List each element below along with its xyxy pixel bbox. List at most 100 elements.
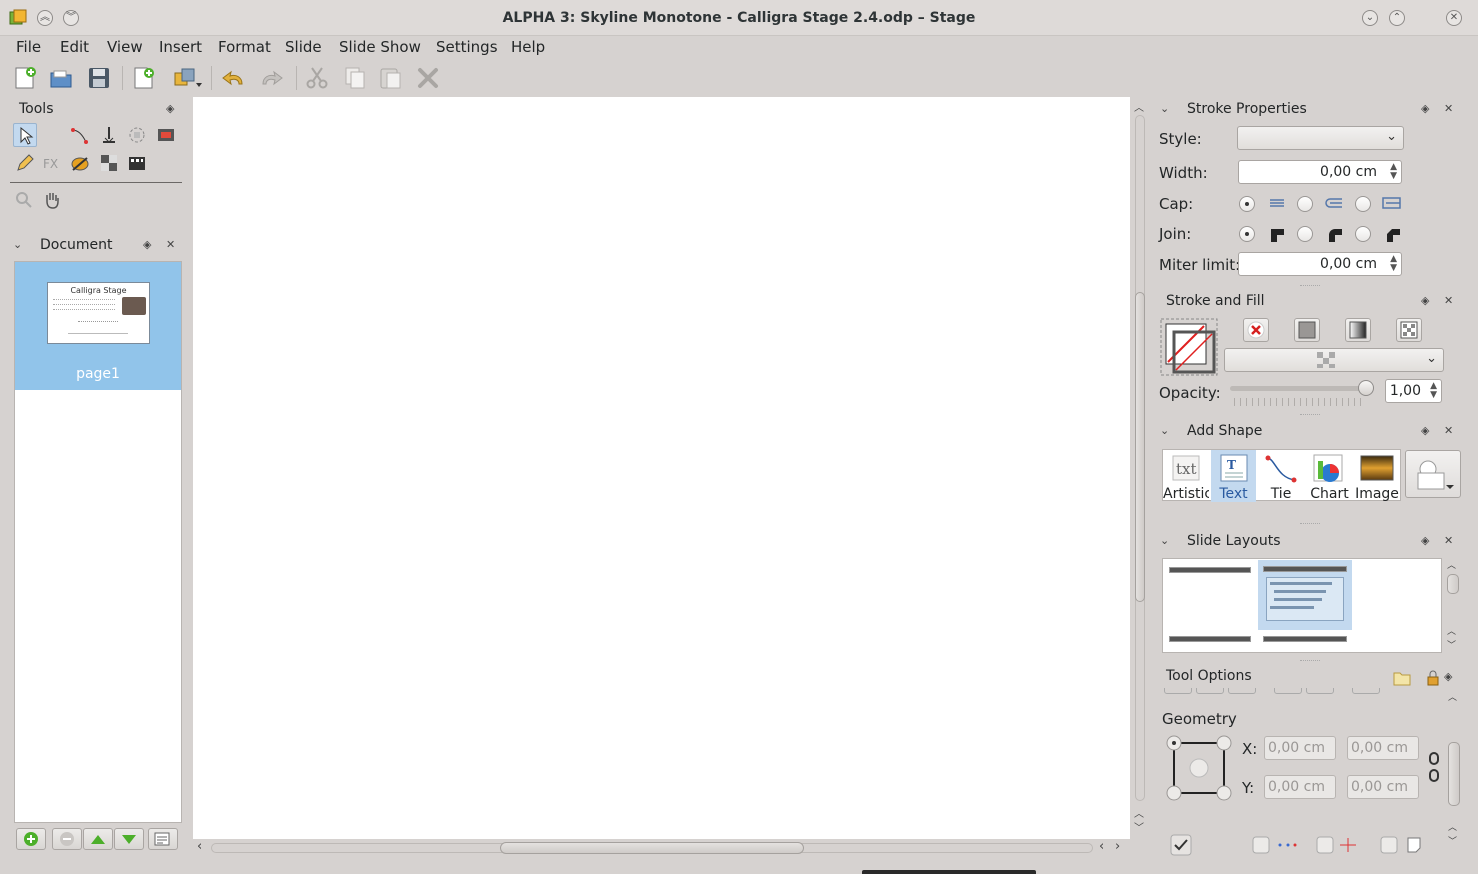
- calligraphy-tool-icon[interactable]: [98, 124, 122, 148]
- add-page-button[interactable]: [16, 828, 46, 850]
- style-select[interactable]: ⌄: [1237, 126, 1404, 150]
- remove-page-button[interactable]: [52, 828, 82, 850]
- delete-icon[interactable]: [415, 65, 441, 91]
- shape-text[interactable]: T Text: [1211, 450, 1256, 502]
- close-panel-icon[interactable]: ✕: [1444, 294, 1453, 307]
- collapse-icon[interactable]: ⌄: [1160, 424, 1169, 437]
- x-input[interactable]: 0,00 cm: [1264, 736, 1336, 760]
- cap-square-radio[interactable]: [1355, 196, 1371, 212]
- menu-insert[interactable]: Insert: [159, 38, 202, 56]
- close-panel-icon[interactable]: ✕: [1444, 102, 1453, 115]
- shape-chart[interactable]: Chart: [1306, 450, 1353, 502]
- tool-options-scrollbar[interactable]: ︿ ︿ ﹀: [1446, 690, 1462, 850]
- menu-view[interactable]: View: [107, 38, 143, 56]
- move-page-up-button[interactable]: [83, 828, 113, 850]
- float-icon[interactable]: ◈: [143, 238, 151, 251]
- join-miter-radio[interactable]: [1239, 226, 1255, 242]
- transform-tool-icon[interactable]: [126, 124, 150, 148]
- slide-show-tool-icon[interactable]: [155, 124, 179, 148]
- stroke-fill-preview[interactable]: [1160, 318, 1218, 376]
- move-page-down-button[interactable]: [114, 828, 144, 850]
- arrange-icon[interactable]: [172, 65, 202, 91]
- solid-fill-button[interactable]: [1294, 318, 1320, 342]
- pattern-fill-button[interactable]: [1396, 318, 1422, 342]
- close-panel-icon[interactable]: ✕: [1444, 534, 1453, 547]
- close-button[interactable]: ✕: [1446, 10, 1462, 26]
- menu-settings[interactable]: Settings: [436, 38, 498, 56]
- menu-slide-show[interactable]: Slide Show: [339, 38, 421, 56]
- float-icon[interactable]: ◈: [1421, 424, 1429, 437]
- pencil-tool-icon[interactable]: [13, 152, 37, 176]
- scroll-up-icon[interactable]: ︿: [1134, 805, 1144, 820]
- width-geometry-input[interactable]: 0,00 cm: [1347, 736, 1419, 760]
- view-mode-button[interactable]: [148, 828, 178, 850]
- scroll-left-icon[interactable]: ‹: [197, 839, 202, 854]
- float-icon[interactable]: ◈: [1421, 534, 1429, 547]
- vertical-scrollbar[interactable]: ︿ ︿ ﹀: [1132, 97, 1148, 837]
- pattern-tool-icon[interactable]: [98, 152, 122, 176]
- scroll-down-icon[interactable]: ﹀: [1134, 819, 1144, 834]
- shape-collection[interactable]: txt Artistic T Text Tie Chart Image: [1162, 449, 1401, 502]
- spin-arrows-icon[interactable]: ▲ ▼: [1390, 163, 1397, 181]
- snap-option-icon[interactable]: [1252, 836, 1302, 858]
- shape-image[interactable]: Image: [1354, 450, 1400, 502]
- slide-thumbnail[interactable]: Calligra Stage: [47, 282, 150, 344]
- collapse-icon[interactable]: ⌄: [1160, 534, 1169, 547]
- animation-tool-icon[interactable]: [126, 152, 150, 176]
- menu-file[interactable]: File: [16, 38, 41, 56]
- miter-limit-input[interactable]: 0,00 cm ▲ ▼: [1238, 252, 1402, 276]
- join-bevel-radio[interactable]: [1355, 226, 1371, 242]
- float-icon[interactable]: ◈: [1421, 102, 1429, 115]
- slide-layouts-list[interactable]: [1162, 558, 1442, 653]
- cap-flat-radio[interactable]: [1239, 196, 1255, 212]
- opacity-slider-handle[interactable]: [1358, 380, 1374, 396]
- gradient-fill-button[interactable]: [1345, 318, 1371, 342]
- cut-icon[interactable]: [304, 65, 330, 91]
- width-input[interactable]: 0,00 cm ▲ ▼: [1238, 160, 1402, 184]
- redo-icon[interactable]: [257, 65, 283, 91]
- checkmark-icon[interactable]: [1170, 834, 1192, 856]
- new-document-icon[interactable]: [12, 65, 38, 91]
- folder-icon[interactable]: [1393, 670, 1411, 690]
- layout-title-only[interactable]: [1167, 565, 1253, 645]
- scroll-left-icon[interactable]: ‹: [1099, 839, 1104, 854]
- collapse-icon[interactable]: ⌄: [13, 238, 22, 251]
- shape-artistic-text[interactable]: txt Artistic: [1163, 450, 1209, 502]
- gradient-tool-icon[interactable]: [69, 152, 93, 176]
- layout-title-content[interactable]: [1258, 560, 1352, 630]
- close-panel-icon[interactable]: ✕: [166, 238, 175, 251]
- vertical-scroll-thumb[interactable]: [1135, 292, 1145, 602]
- float-icon[interactable]: ◈: [166, 102, 174, 115]
- layouts-scrollbar[interactable]: ︿ ︿ ﹀: [1445, 558, 1461, 653]
- height-geometry-input[interactable]: 0,00 cm: [1347, 775, 1419, 799]
- chain-link-icon[interactable]: [1428, 752, 1440, 788]
- float-icon[interactable]: ◈: [1421, 294, 1429, 307]
- spin-arrows-icon[interactable]: ▲ ▼: [1430, 382, 1437, 400]
- menu-format[interactable]: Format: [218, 38, 271, 56]
- float-icon[interactable]: ◈: [1444, 670, 1452, 683]
- insert-page-icon[interactable]: [131, 65, 157, 91]
- more-shapes-button[interactable]: [1405, 450, 1461, 498]
- join-round-radio[interactable]: [1297, 226, 1313, 242]
- snap-option-icon[interactable]: [1316, 836, 1366, 858]
- shape-tie[interactable]: Tie: [1258, 450, 1304, 502]
- menu-help[interactable]: Help: [511, 38, 545, 56]
- slide-canvas[interactable]: [193, 97, 1130, 839]
- copy-icon[interactable]: [342, 65, 368, 91]
- close-panel-icon[interactable]: ✕: [1444, 424, 1453, 437]
- maximize-button[interactable]: ⌃: [1389, 10, 1405, 26]
- undo-icon[interactable]: [220, 65, 246, 91]
- spin-arrows-icon[interactable]: ▲ ▼: [1390, 255, 1397, 273]
- minimize-button[interactable]: ⌄: [1362, 10, 1378, 26]
- anchor-point-selector[interactable]: [1164, 733, 1234, 803]
- cap-round-radio[interactable]: [1297, 196, 1313, 212]
- paste-icon[interactable]: [378, 65, 404, 91]
- no-fill-button[interactable]: [1243, 318, 1269, 342]
- open-document-icon[interactable]: [48, 65, 74, 91]
- effects-tool-icon[interactable]: FX: [40, 152, 64, 176]
- opacity-slider[interactable]: [1230, 380, 1374, 410]
- select-tool-icon[interactable]: [13, 123, 37, 147]
- lock-icon[interactable]: [1426, 670, 1440, 690]
- save-icon[interactable]: [86, 65, 112, 91]
- zoom-tool-icon[interactable]: [13, 189, 37, 213]
